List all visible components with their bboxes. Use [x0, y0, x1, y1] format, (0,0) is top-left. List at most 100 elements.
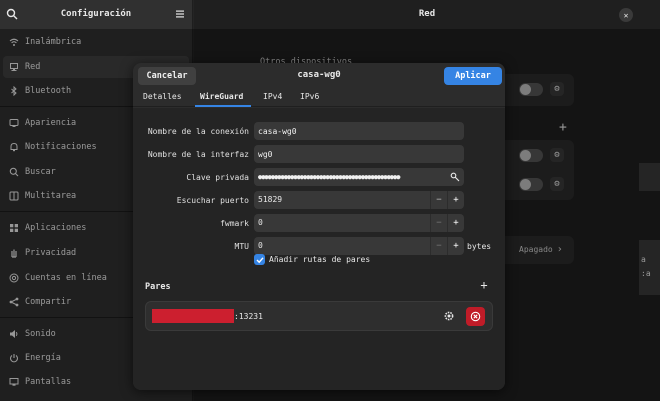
hamburger-menu-icon[interactable] — [175, 9, 185, 19]
increment-button[interactable]: + — [447, 191, 464, 209]
speaker-icon — [9, 329, 19, 339]
page-title: Red — [418, 9, 436, 19]
vpn-settings-button[interactable]: ⚙ — [550, 148, 564, 162]
connection-dialog: Cancelar casa-wg0 Aplicar Detalles WireG… — [133, 63, 505, 390]
tab-ipv6[interactable]: IPv6 — [300, 92, 319, 101]
mtu-value: 0 — [258, 241, 263, 250]
active-tab-indicator — [195, 105, 251, 107]
proxy-status: Apagado › — [519, 244, 563, 255]
tab-ipv4[interactable]: IPv4 — [263, 92, 282, 101]
field-label: Clave privada — [186, 173, 249, 182]
fwmark-stepper[interactable]: 0 − + — [254, 214, 464, 232]
interface-name-input[interactable]: wg0 — [254, 145, 464, 163]
sidebar-item-label: Buscar — [25, 167, 56, 177]
checkmark-icon — [256, 256, 264, 263]
listen-port-stepper[interactable]: 51829 − + — [254, 191, 464, 209]
side-text: a — [641, 255, 646, 264]
vpn-toggle[interactable] — [519, 178, 543, 191]
power-icon — [9, 353, 19, 363]
remove-icon — [470, 311, 481, 322]
mtu-unit: bytes — [467, 242, 492, 251]
gear-icon: ⚙ — [554, 179, 560, 189]
mtu-stepper[interactable]: 0 − + — [254, 237, 464, 255]
tab-detalles[interactable]: Detalles — [143, 92, 182, 101]
sidebar-item-inalambrica[interactable]: Inalámbrica — [0, 31, 192, 53]
gear-icon: ⚙ — [554, 84, 560, 94]
private-key-input[interactable]: ●●●●●●●●●●●●●●●●●●●●●●●●●●●●●●●●●●●●●●●●… — [254, 168, 464, 186]
sidebar-item-label: Pantallas — [25, 377, 72, 387]
fwmark-row: fwmark 0 − + — [133, 214, 505, 234]
tab-bar: Detalles WireGuard IPv4 IPv6 — [133, 89, 505, 107]
vpn-toggle[interactable] — [519, 149, 543, 162]
at-icon — [9, 273, 19, 283]
sidebar-title: Configuración — [60, 9, 132, 19]
peers-title: Pares — [145, 282, 171, 292]
sidebar-item-label: Energía — [25, 353, 61, 363]
tab-wireguard[interactable]: WireGuard — [200, 92, 243, 101]
sidebar-item-label: Apariencia — [25, 118, 77, 128]
apps-icon — [9, 223, 19, 233]
delete-peer-button[interactable] — [466, 307, 485, 326]
dialog-body: Nombre de la conexión casa-wg0 Nombre de… — [133, 108, 505, 390]
plus-icon: + — [480, 278, 488, 292]
add-routes-checkbox[interactable] — [254, 254, 265, 265]
sidebar-item-label: Bluetooth — [25, 86, 72, 96]
field-label: fwmark — [220, 219, 249, 228]
sidebar-item-label: Multitarea — [25, 191, 77, 201]
sidebar-item-label: Inalámbrica — [25, 37, 82, 47]
add-icon[interactable]: + — [559, 120, 567, 135]
increment-button[interactable]: + — [447, 237, 464, 255]
sidebar-item-label: Sonido — [25, 329, 56, 339]
close-button[interactable]: ✕ — [619, 8, 633, 22]
bluetooth-icon — [9, 86, 19, 96]
decrement-button[interactable]: − — [430, 214, 447, 232]
chevron-right-icon: › — [556, 244, 563, 255]
increment-button[interactable]: + — [447, 214, 464, 232]
side-text: :a — [641, 269, 651, 278]
decrement-button[interactable]: − — [430, 237, 447, 255]
sidebar-item-label: Red — [25, 62, 41, 72]
dialog-header: Cancelar casa-wg0 Aplicar — [133, 63, 505, 89]
bell-icon — [9, 142, 19, 152]
status-label: Apagado — [519, 245, 553, 254]
add-peer-button[interactable]: + — [478, 279, 490, 291]
field-label: Escuchar puerto — [176, 196, 249, 205]
field-label: Nombre de la conexión — [147, 127, 249, 136]
device-toggle[interactable] — [519, 83, 543, 96]
peer-endpoint-port: :13231 — [234, 312, 263, 321]
field-label: MTU — [234, 242, 249, 251]
listen-port-value: 51829 — [258, 195, 283, 204]
sidebar-header: Configuración — [0, 0, 192, 29]
key-icon[interactable] — [450, 172, 460, 182]
decrement-button[interactable]: − — [430, 191, 447, 209]
sidebar-item-label: Privacidad — [25, 248, 77, 258]
fwmark-value: 0 — [258, 218, 263, 227]
gear-icon[interactable] — [443, 310, 455, 322]
display-icon — [9, 377, 19, 387]
sidebar-item-label: Aplicaciones — [25, 223, 87, 233]
interface-name-row: Nombre de la interfaz wg0 — [133, 145, 505, 165]
search-icon — [9, 167, 19, 177]
listen-port-row: Escuchar puerto 51829 − + — [133, 191, 505, 211]
gear-icon: ⚙ — [554, 150, 560, 160]
field-label: Nombre de la interfaz — [147, 150, 249, 159]
side-panel-strip: a :a — [639, 240, 660, 295]
side-panel-strip — [639, 163, 660, 191]
add-routes-checkbox-row[interactable]: Añadir rutas de pares — [254, 254, 370, 265]
sidebar-item-label: Cuentas en línea — [25, 273, 107, 283]
redacted-endpoint — [152, 309, 234, 323]
sidebar-item-label: Compartir — [25, 297, 72, 307]
wifi-icon — [9, 37, 19, 47]
private-key-value: ●●●●●●●●●●●●●●●●●●●●●●●●●●●●●●●●●●●●●●●●… — [258, 173, 400, 181]
connection-name-input[interactable]: casa-wg0 — [254, 122, 464, 140]
close-icon: ✕ — [623, 10, 629, 20]
connection-name-row: Nombre de la conexión casa-wg0 — [133, 122, 505, 142]
vpn-settings-button[interactable]: ⚙ — [550, 177, 564, 191]
apply-button[interactable]: Aplicar — [444, 67, 502, 85]
network-icon — [9, 62, 19, 72]
hand-icon — [9, 248, 19, 258]
sidebar-item-label: Notificaciones — [25, 142, 97, 152]
multitask-icon — [9, 191, 19, 201]
device-settings-button[interactable]: ⚙ — [550, 82, 564, 96]
peer-row[interactable]: :13231 — [145, 301, 493, 331]
